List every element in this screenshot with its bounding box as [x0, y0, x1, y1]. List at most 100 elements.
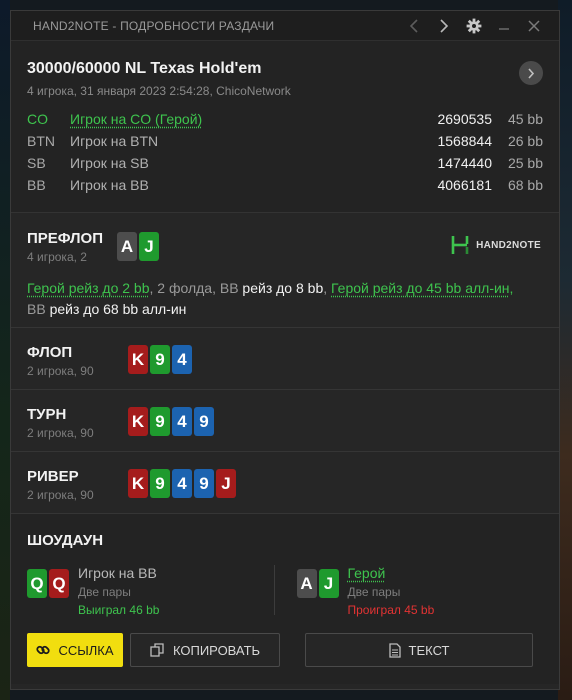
hero-result: Проиграл 45 bb [347, 603, 435, 617]
card: Q [49, 569, 69, 598]
card: 9 [150, 407, 170, 436]
hero-name[interactable]: Герой [348, 565, 435, 581]
card: J [139, 232, 159, 261]
hero-info: Герой Две пары Проиграл 45 bb [347, 565, 435, 617]
card: 9 [194, 469, 214, 498]
hero-hand: Две пары [347, 585, 401, 599]
hand2note-logo-icon [451, 236, 469, 254]
card: K [128, 345, 148, 374]
player-row-bb[interactable]: BB Игрок на BB 4066181 68 bb [27, 174, 543, 196]
gear-icon[interactable] [459, 11, 489, 41]
hand2note-logo: HAND2NOTE [451, 235, 541, 255]
player-stack-bb: 68 bb [507, 177, 543, 193]
card: Q [27, 569, 47, 598]
card: K [128, 407, 148, 436]
link-icon [36, 645, 51, 655]
player-name: Игрок на SB [70, 155, 149, 171]
showdown-villain: Q Q Игрок на BB Две пары Выиграл 46 bb [27, 565, 274, 617]
card: 9 [194, 407, 214, 436]
hand2note-logo-text: HAND2NOTE [476, 239, 541, 251]
link-button-label: ССЫЛКА [58, 642, 114, 658]
player-position: SB [27, 155, 46, 171]
action-text: рейз до 8 bb [238, 280, 324, 296]
player-stack: 1568844 [437, 133, 492, 149]
hand-header: 30000/60000 NL Texas Hold'em 4 игрока, 3… [11, 41, 559, 213]
player-name: Игрок на BTN [70, 133, 159, 149]
next-hand-icon[interactable] [429, 11, 459, 41]
player-row-btn[interactable]: BTN Игрок на BTN 1568844 26 bb [27, 130, 543, 152]
text-button[interactable]: ТЕКСТ [305, 633, 533, 667]
game-title: 30000/60000 NL Texas Hold'em [27, 60, 262, 77]
street-river: РИВЕР 2 игрока, 90 K 9 4 9 J [11, 452, 559, 514]
card: 4 [172, 407, 192, 436]
close-icon[interactable] [519, 11, 549, 41]
card: 4 [172, 345, 192, 374]
board-cards: K 9 4 9 J [128, 469, 236, 498]
player-stack: 1474440 [437, 155, 492, 171]
street-info: 2 игрока, 90 [27, 426, 94, 440]
villain-result: Выиграл 46 bb [78, 603, 160, 617]
showdown-results: Q Q Игрок на BB Две пары Выиграл 46 bb A… [27, 565, 544, 617]
preflop-actions: Герой рейз до 2 bb, 2 фолда, BB рейз до … [27, 278, 543, 320]
action-text: , [323, 280, 332, 296]
showdown-hero: A J Герой Две пары Проиграл 45 bb [273, 565, 544, 617]
expand-details-button[interactable] [519, 61, 543, 85]
player-stack: 4066181 [437, 177, 492, 193]
villain-name: Игрок на BB [78, 565, 157, 581]
player-name: Игрок на BB [70, 177, 149, 193]
street-info: 2 игрока, 90 [27, 364, 94, 378]
card: 9 [150, 345, 170, 374]
link-button[interactable]: ССЫЛКА [27, 633, 123, 667]
previous-hand-icon[interactable] [399, 11, 429, 41]
player-position: BTN [27, 133, 55, 149]
board-cards: K 9 4 [128, 345, 192, 374]
villain-hand: Две пары [78, 585, 131, 599]
player-row-co[interactable]: CO Игрок на CO (Герой) 2690535 45 bb [27, 108, 543, 130]
player-row-sb[interactable]: SB Игрок на SB 1474440 25 bb [27, 152, 543, 174]
action-text: BB [27, 301, 46, 317]
card: 9 [150, 469, 170, 498]
players-list: CO Игрок на CO (Герой) 2690535 45 bb BTN… [27, 108, 543, 196]
hero-cards: A J [296, 569, 339, 615]
villain-info: Игрок на BB Две пары Выиграл 46 bb [78, 565, 160, 617]
street-title: ТУРН [27, 406, 67, 423]
board-cards: K 9 4 9 [128, 407, 214, 436]
card: K [128, 469, 148, 498]
copy-button[interactable]: КОПИРОВАТЬ [130, 633, 280, 667]
action-hero[interactable]: Герой рейз до 45 bb алл-ин [331, 280, 510, 296]
card: A [117, 232, 137, 261]
action-text: , 2 фолда, BB [149, 280, 239, 296]
street-title: ШОУДАУН [27, 532, 104, 549]
street-flop: ФЛОП 2 игрока, 90 K 9 4 [11, 328, 559, 390]
window-title: HAND2NOTE - ПОДРОБНОСТИ РАЗДАЧИ [33, 18, 275, 33]
player-name[interactable]: Игрок на CO (Герой) [70, 111, 422, 127]
action-buttons: ССЫЛКА КОПИРОВАТЬ ТЕКСТ [27, 633, 533, 667]
player-position: BB [27, 177, 46, 193]
desktop-background-left [0, 0, 10, 700]
titlebar: HAND2NOTE - ПОДРОБНОСТИ РАЗДАЧИ [11, 11, 559, 41]
player-stack-bb: 26 bb [507, 133, 543, 149]
player-stack-bb: 25 bb [507, 155, 543, 171]
action-text: рейз до 68 bb алл-ин [45, 301, 187, 317]
street-preflop: ПРЕФЛОП 4 игрока, 2 A J HAND2NOTE Герой … [11, 213, 559, 328]
hand-details-window: HAND2NOTE - ПОДРОБНОСТИ РАЗДАЧИ 30000/60… [10, 10, 560, 690]
street-title: РИВЕР [27, 468, 79, 485]
action-hero[interactable]: Герой рейз до 2 bb [27, 280, 150, 296]
player-stack-bb: 45 bb [507, 111, 543, 127]
text-button-label: ТЕКСТ [408, 642, 450, 658]
copy-button-label: КОПИРОВАТЬ [172, 642, 261, 658]
player-stack: 2690535 [437, 111, 492, 127]
copy-icon [150, 642, 164, 657]
street-title: ФЛОП [27, 344, 73, 361]
street-turn: ТУРН 2 игрока, 90 K 9 4 9 [11, 390, 559, 452]
hero-hole-cards: A J [117, 232, 159, 261]
desktop-background-right [558, 0, 572, 700]
street-info: 2 игрока, 90 [27, 488, 94, 502]
game-subtitle: 4 игрока, 31 января 2023 2:54:28, ChicoN… [27, 84, 291, 98]
player-position: CO [27, 111, 48, 127]
card: A [296, 569, 317, 598]
card: J [216, 469, 236, 498]
card: 4 [172, 469, 192, 498]
minimize-icon[interactable] [489, 11, 519, 41]
villain-cards: Q Q [27, 569, 69, 615]
